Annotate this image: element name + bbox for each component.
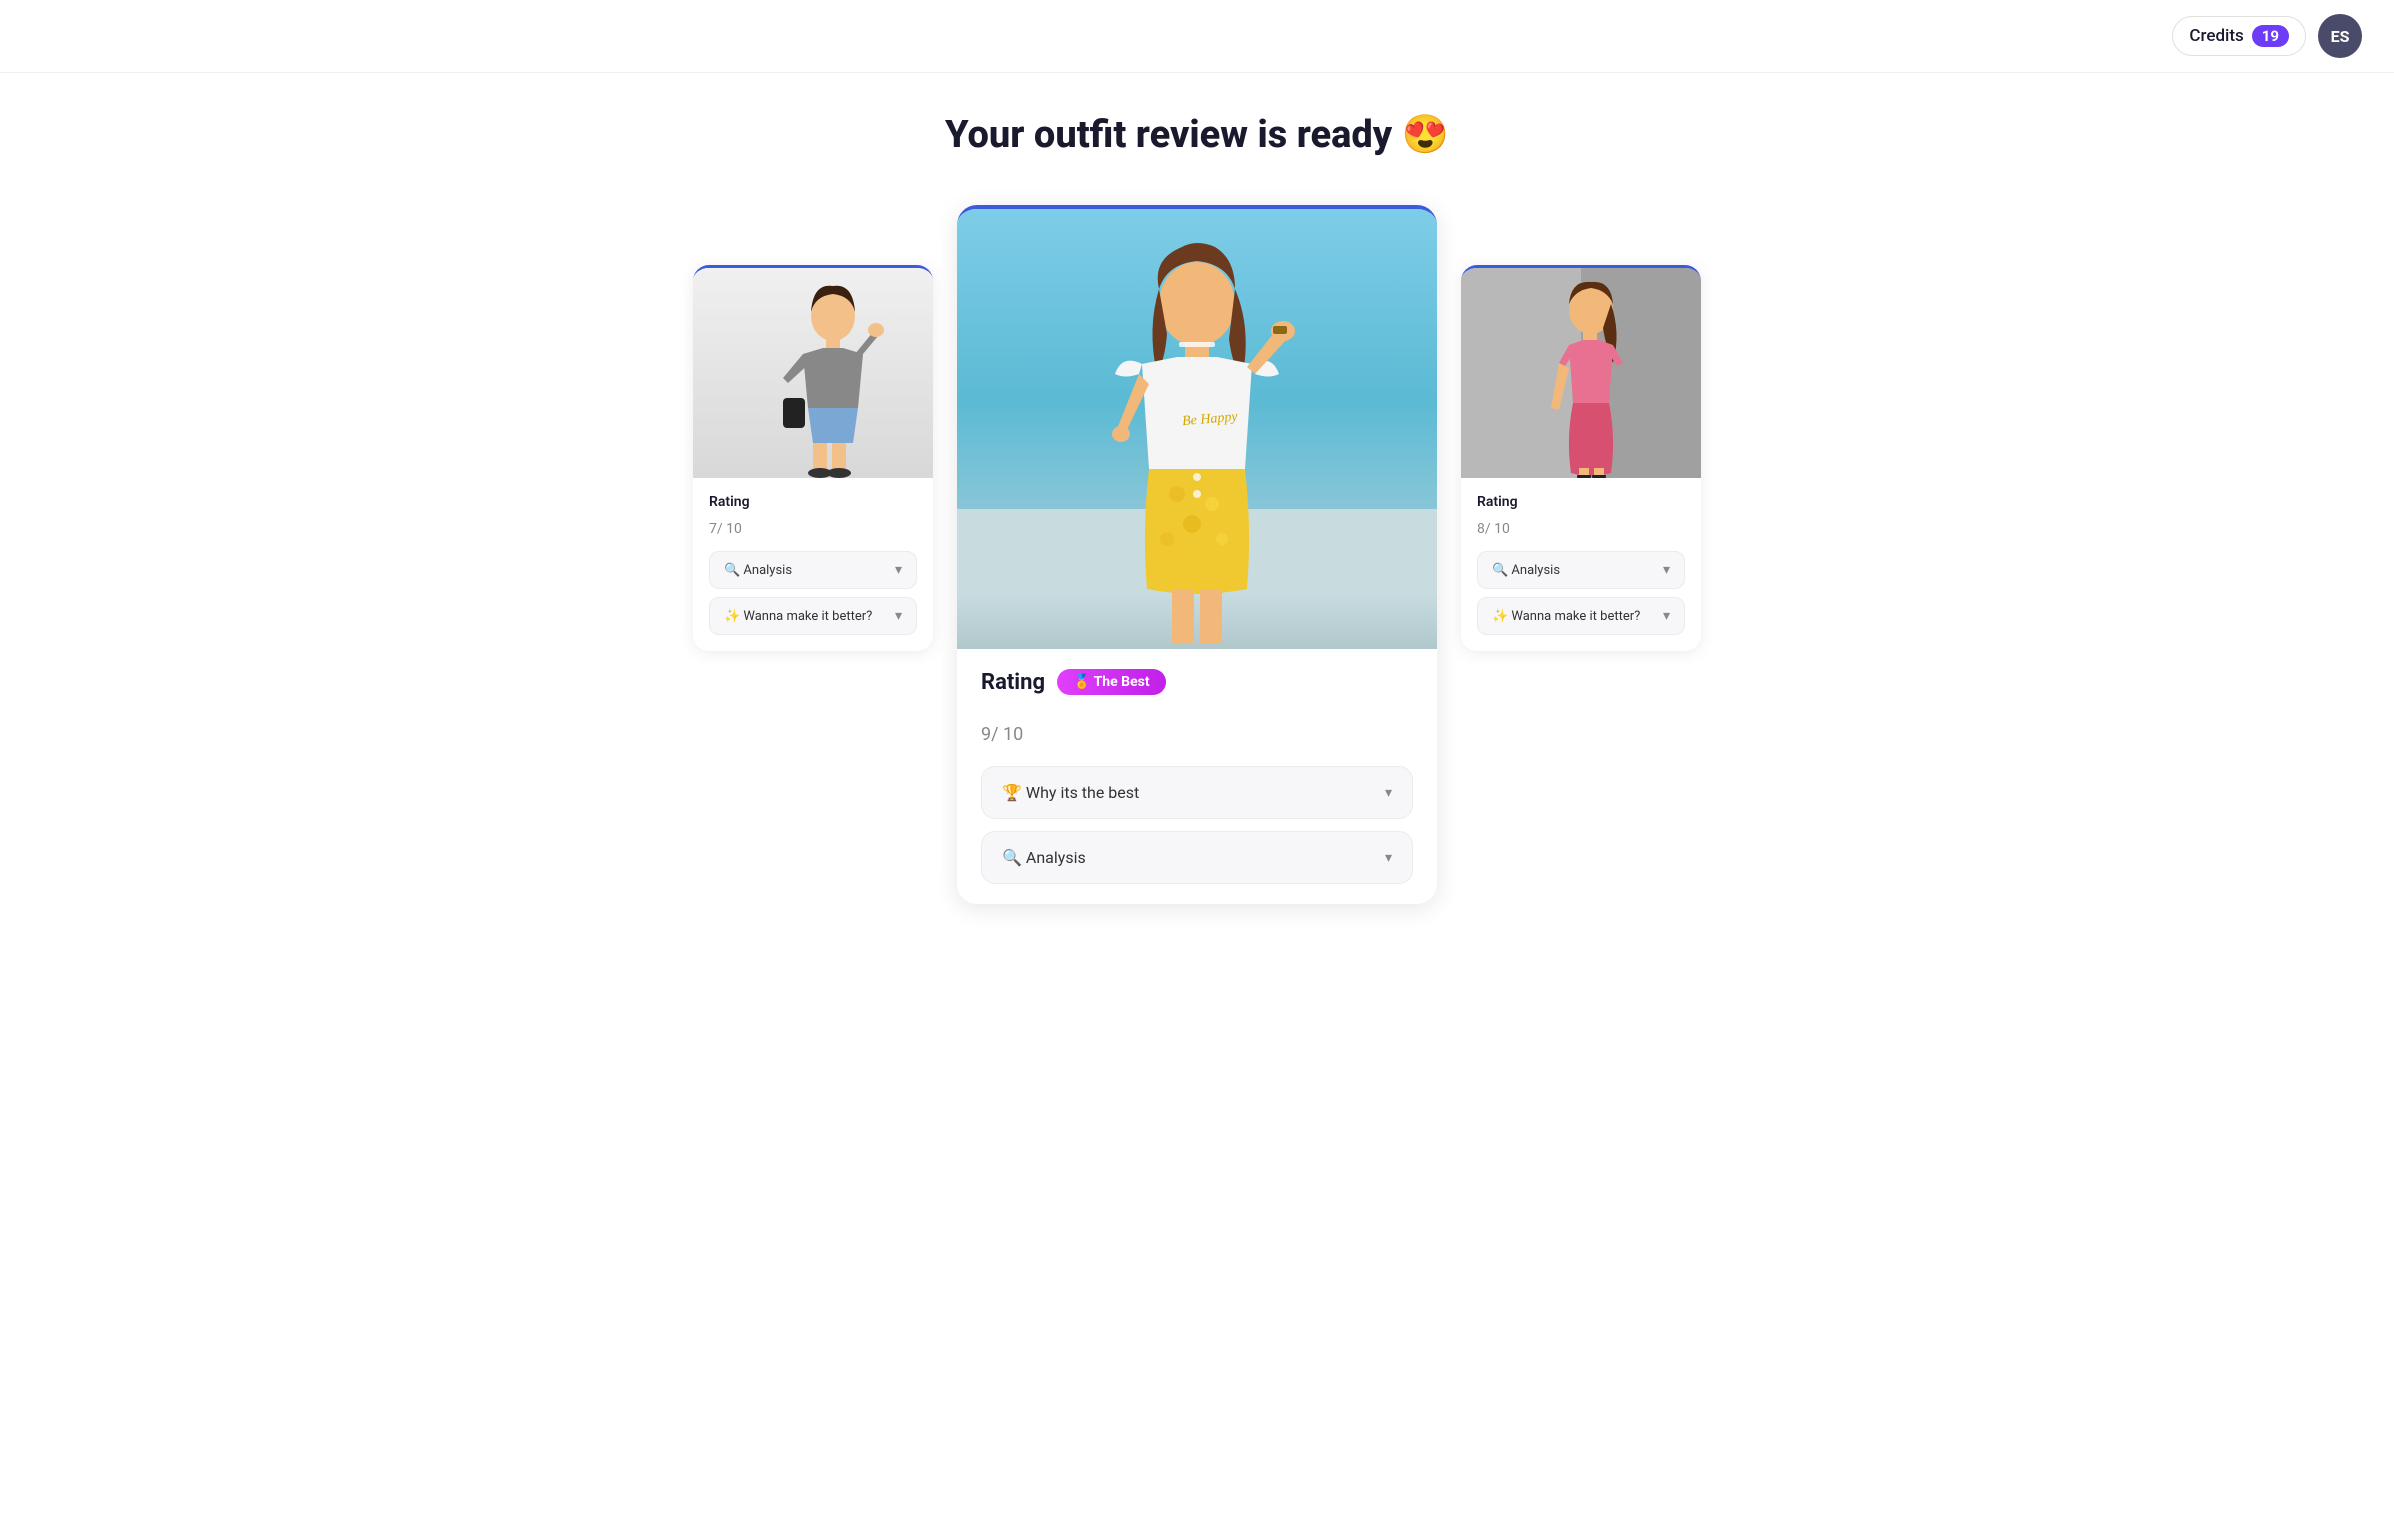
left-outfit-card: Rating 7/ 10 🔍 Analysis ▾ ✨ Wanna make i…: [693, 265, 933, 651]
left-analysis-dropdown[interactable]: 🔍 Analysis ▾: [709, 551, 917, 589]
header: Credits 19 ES: [0, 0, 2394, 73]
credits-badge: 19: [2252, 25, 2289, 47]
center-rating-score: 9/ 10: [981, 703, 1413, 750]
left-improve-chevron-icon: ▾: [895, 608, 902, 624]
right-improve-dropdown[interactable]: ✨ Wanna make it better? ▾: [1477, 597, 1685, 635]
center-outfit-image: Be Happy: [957, 209, 1437, 649]
why-best-chevron-icon: ▾: [1385, 785, 1392, 801]
credits-pill[interactable]: Credits 19: [2172, 16, 2306, 56]
credits-label: Credits: [2189, 26, 2243, 46]
why-best-label: 🏆 Why its the best: [1002, 783, 1139, 802]
right-card-body: Rating 8/ 10 🔍 Analysis ▾ ✨ Wanna make i…: [1461, 478, 1701, 651]
left-outfit-image: [693, 268, 933, 478]
left-analysis-label: 🔍 Analysis: [724, 563, 792, 578]
center-card-body: Rating 🏅 The Best 9/ 10 🏆 Why its the be…: [957, 649, 1437, 904]
left-rating-label: Rating: [709, 494, 917, 510]
right-analysis-label: 🔍 Analysis: [1492, 563, 1560, 578]
left-person-illustration: [693, 268, 933, 478]
right-rating-score: 8/ 10: [1477, 514, 1685, 539]
right-analysis-dropdown[interactable]: 🔍 Analysis ▾: [1477, 551, 1685, 589]
center-score-value: 9: [981, 724, 991, 745]
center-analysis-dropdown[interactable]: 🔍 Analysis ▾: [981, 831, 1413, 884]
left-improve-dropdown[interactable]: ✨ Wanna make it better? ▾: [709, 597, 917, 635]
left-card-body: Rating 7/ 10 🔍 Analysis ▾ ✨ Wanna make i…: [693, 478, 933, 651]
right-improve-chevron-icon: ▾: [1663, 608, 1670, 624]
left-score-value: 7: [709, 521, 717, 537]
right-outfit-card: Rating 8/ 10 🔍 Analysis ▾ ✨ Wanna make i…: [1461, 265, 1701, 651]
main-content: Your outfit review is ready 😍: [0, 73, 2394, 904]
right-analysis-chevron-icon: ▾: [1663, 562, 1670, 578]
center-rating-row: Rating 🏅 The Best: [981, 669, 1413, 695]
center-analysis-chevron-icon: ▾: [1385, 850, 1392, 866]
avatar[interactable]: ES: [2318, 14, 2362, 58]
center-outfit-card: Be Happy: [957, 205, 1437, 904]
left-score-max: / 10: [717, 521, 742, 537]
center-person-illustration: Be Happy: [957, 209, 1437, 649]
center-score-max: / 10: [991, 724, 1023, 745]
left-analysis-chevron-icon: ▾: [895, 562, 902, 578]
left-rating-score: 7/ 10: [709, 514, 917, 539]
right-score-max: / 10: [1485, 521, 1510, 537]
page-title: Your outfit review is ready 😍: [945, 113, 1449, 157]
center-rating-label: Rating: [981, 670, 1045, 695]
cards-row: Rating 7/ 10 🔍 Analysis ▾ ✨ Wanna make i…: [547, 205, 1847, 904]
right-rating-label: Rating: [1477, 494, 1685, 510]
right-score-value: 8: [1477, 521, 1485, 537]
right-outfit-image: [1461, 268, 1701, 478]
best-badge: 🏅 The Best: [1057, 669, 1166, 695]
left-improve-label: ✨ Wanna make it better?: [724, 609, 872, 624]
center-analysis-label: 🔍 Analysis: [1002, 848, 1086, 867]
right-person-illustration: [1461, 268, 1701, 478]
right-improve-label: ✨ Wanna make it better?: [1492, 609, 1640, 624]
why-best-dropdown[interactable]: 🏆 Why its the best ▾: [981, 766, 1413, 819]
